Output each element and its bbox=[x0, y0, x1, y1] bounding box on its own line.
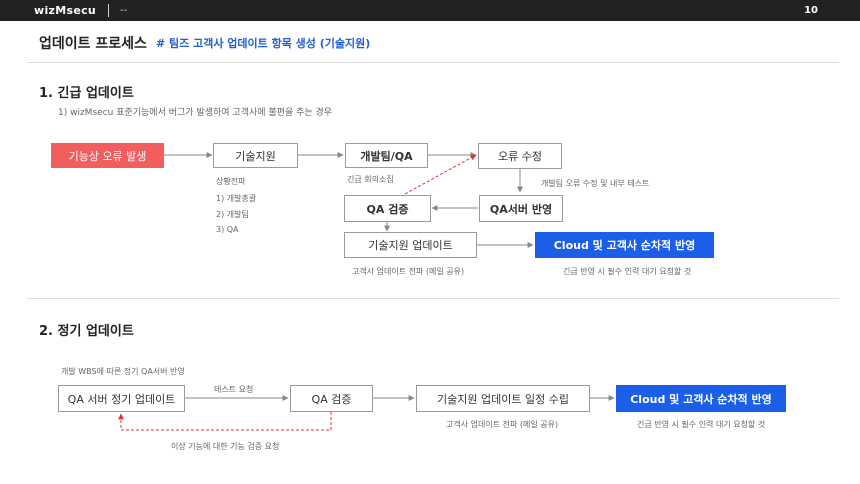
note-dev-team: 2) 개발팀 bbox=[216, 210, 249, 219]
feedback-qaverify-to-qaserverreg bbox=[118, 412, 332, 431]
box-cloud-release: Cloud 및 고객사 순차적 반영 bbox=[535, 232, 714, 258]
note-meeting: 긴급 회의소집 bbox=[347, 175, 394, 184]
note-dev-test: 개발팀 오류 수정 및 내부 테스트 bbox=[541, 179, 650, 188]
box-support: 기술지원 bbox=[213, 143, 298, 168]
box-qa-verify-regular: QA 검증 bbox=[290, 385, 373, 412]
note-urgent: 긴급 반영 시 필수 인력 대기 요청할 것 bbox=[563, 267, 692, 276]
box-error: 기능상 오류 발생 bbox=[51, 143, 164, 168]
box-fix: 오류 수정 bbox=[478, 143, 562, 169]
section-divider bbox=[27, 298, 839, 299]
box-qaserver: QA서버 반영 bbox=[479, 195, 563, 222]
note-share-regular: 고객사 업데이트 전파 (메일 공유) bbox=[446, 420, 559, 429]
section2-description: 개발 WBS에 따른 정기 QA서버 반영 bbox=[61, 367, 185, 376]
note-recheck: 이상 기능에 대한 기능 검증 요청 bbox=[171, 442, 280, 451]
section2-heading: 2. 정기 업데이트 bbox=[39, 324, 134, 339]
box-devqa: 개발팀/QA bbox=[345, 143, 428, 168]
note-dev-lead: 1) 개발총괄 bbox=[216, 194, 257, 203]
box-support-update: 기술지원 업데이트 bbox=[344, 232, 477, 258]
box-qaverify: QA 검증 bbox=[344, 195, 431, 222]
box-qa-server-regular: QA 서버 정기 업데이트 bbox=[58, 385, 185, 412]
note-test-request: 테스트 요청 bbox=[214, 385, 254, 394]
note-urgent-regular: 긴급 반영 시 필수 인력 대기 요청할 것 bbox=[637, 420, 766, 429]
note-situation: 상황전파 bbox=[216, 177, 246, 186]
note-share: 고객사 업데이트 전파 (메일 공유) bbox=[352, 267, 465, 276]
note-qa: 3) QA bbox=[216, 225, 239, 234]
box-cloud-release-regular: Cloud 및 고객사 순차적 반영 bbox=[616, 385, 786, 412]
box-update-schedule: 기술지원 업데이트 일정 수립 bbox=[416, 385, 590, 412]
